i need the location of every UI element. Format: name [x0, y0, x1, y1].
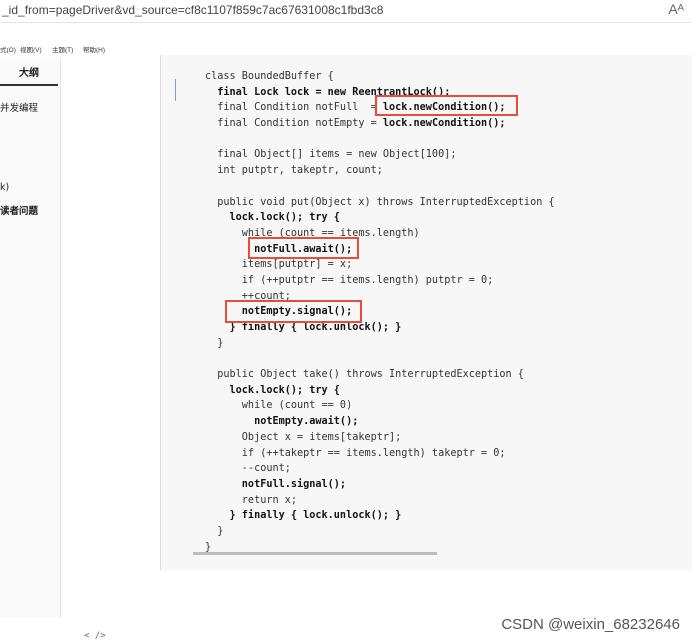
- outline-item[interactable]: 读者问题: [0, 203, 38, 217]
- url-text[interactable]: _id_from=pageDriver&vd_source=cf8c1107f8…: [2, 3, 383, 17]
- menu-theme[interactable]: 主题(T): [52, 44, 73, 54]
- editor-scrollbar[interactable]: [193, 552, 437, 555]
- code-token: final Condition notEmpty =: [205, 118, 383, 130]
- menu-help[interactable]: 帮助(H): [83, 44, 105, 54]
- outline-item[interactable]: k): [0, 182, 9, 193]
- code-token: public void put(Object x) throws Interru…: [205, 196, 555, 208]
- code-token: if (++putptr == items.length) putptr = 0…: [205, 274, 494, 286]
- code-token: public Object take() throws InterruptedE…: [205, 369, 524, 381]
- code-line: }: [205, 524, 555, 540]
- code-token: lock.lock(); try {: [205, 212, 340, 224]
- code-token: lock.lock(); try {: [205, 384, 340, 396]
- code-line: items[putptr] = x;: [205, 257, 555, 273]
- code-line: final Object[] items = new Object[100];: [205, 147, 555, 163]
- code-line: if (++putptr == items.length) putptr = 0…: [205, 273, 555, 289]
- code-token: }: [205, 337, 224, 349]
- code-token: notFull.signal();: [205, 478, 347, 490]
- code-token: if (++takeptr == items.length) takeptr =…: [205, 447, 506, 459]
- outline-sidebar: 大纲 并发编程 k) 读者问题: [0, 58, 60, 618]
- code-token: } finally { lock.unlock(); }: [205, 322, 402, 333]
- footer-icons[interactable]: < />: [84, 631, 106, 641]
- code-line: Object x = items[takeptr];: [205, 430, 555, 446]
- code-token: return x;: [205, 494, 298, 506]
- code-line: } finally { lock.unlock(); }: [205, 508, 555, 524]
- code-line: if (++takeptr == items.length) takeptr =…: [205, 446, 555, 462]
- cursor-gutter-mark: [175, 79, 176, 101]
- code-token: }: [205, 541, 212, 553]
- code-token: while (count == 0): [205, 400, 353, 412]
- highlight-box: [225, 300, 362, 323]
- code-token: final Object[] items = new Object[100];: [205, 149, 457, 161]
- menu-view[interactable]: 视图(V): [20, 44, 42, 54]
- code-editor[interactable]: class BoundedBuffer { final Lock lock = …: [160, 55, 692, 570]
- menu-format[interactable]: 式(O): [0, 44, 16, 54]
- code-line: }: [205, 336, 555, 352]
- highlight-box: [375, 95, 518, 116]
- code-token: notEmpty.await();: [205, 416, 359, 428]
- code-line: final Condition notEmpty = lock.newCondi…: [205, 116, 555, 132]
- code-line: notEmpty.await();: [205, 414, 555, 430]
- code-token: lock.newCondition();: [382, 118, 506, 130]
- code-token: }: [205, 525, 224, 537]
- code-line: --count;: [205, 461, 555, 477]
- code-line: class BoundedBuffer {: [205, 69, 555, 85]
- code-line: int putptr, takeptr, count;: [205, 163, 555, 179]
- reader-mode-icon[interactable]: Aᴬ: [668, 1, 684, 17]
- code-line: lock.lock(); try {: [205, 210, 555, 226]
- code-token: int putptr, takeptr, count;: [205, 165, 383, 177]
- code-line: notFull.signal();: [205, 477, 555, 493]
- highlight-box: [248, 237, 359, 259]
- code-line: public Object take() throws InterruptedE…: [205, 367, 555, 383]
- sidebar-divider: [60, 58, 61, 618]
- code-token: --count;: [205, 463, 291, 475]
- code-token: items[putptr] = x;: [205, 259, 353, 271]
- csdn-watermark: CSDN @weixin_68232646: [501, 616, 680, 633]
- code-token: Object x = items[takeptr];: [205, 431, 402, 443]
- code-line: public void put(Object x) throws Interru…: [205, 195, 555, 211]
- outline-item[interactable]: 并发编程: [0, 100, 38, 114]
- code-token: class BoundedBuffer {: [205, 71, 334, 82]
- code-line: lock.lock(); try {: [205, 383, 555, 399]
- code-token: final Condition notFull =: [205, 102, 383, 114]
- outline-tab[interactable]: 大纲: [0, 64, 58, 86]
- address-bar[interactable]: _id_from=pageDriver&vd_source=cf8c1107f8…: [0, 0, 692, 23]
- code-token: } finally { lock.unlock(); }: [205, 510, 402, 522]
- code-line: return x;: [205, 493, 555, 509]
- menu-bar: 式(O) 视图(V) 主题(T) 帮助(H): [0, 42, 160, 56]
- code-line: while (count == 0): [205, 398, 555, 414]
